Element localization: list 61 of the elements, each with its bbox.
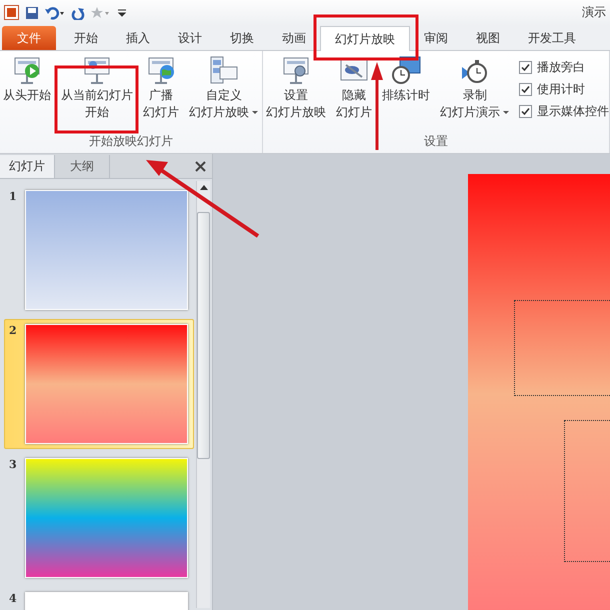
ribbon-button[interactable]: 录制 幻灯片演示 — [437, 55, 513, 121]
button-label: 排练计时 — [382, 87, 430, 104]
ribbon-tab[interactable]: 切换 — [216, 26, 268, 50]
button-label: 隐藏 — [342, 87, 366, 104]
save-icon[interactable] — [25, 6, 39, 20]
ribbon-tab[interactable]: 设计 — [164, 26, 216, 50]
redo-icon[interactable] — [71, 6, 85, 20]
checkbox[interactable] — [519, 105, 532, 118]
ribbon-button[interactable]: 从当前幻灯片 开始 — [58, 55, 136, 121]
window-title: 演示 — [582, 4, 606, 21]
button-label: 幻灯片演示 — [440, 104, 510, 121]
ribbon-tab[interactable]: 开始 — [60, 26, 112, 50]
group-label: 设置 — [423, 133, 449, 150]
button-label: 从当前幻灯片 — [61, 87, 133, 104]
ribbon-tab[interactable]: 幻灯片放映 — [320, 26, 410, 51]
button-label: 幻灯片放映 — [266, 104, 326, 121]
ribbon-button[interactable]: 隐藏 幻灯片 — [333, 55, 375, 121]
slide-number: 3 — [9, 458, 18, 473]
slide-number: 2 — [9, 324, 18, 339]
checkbox[interactable] — [519, 61, 532, 74]
ribbon-button[interactable]: 自定义 幻灯片放映 — [186, 55, 262, 121]
file-tab[interactable]: 文件 — [2, 26, 56, 50]
button-label: 广播 — [149, 87, 173, 104]
ribbon-tab[interactable]: 视图 — [462, 26, 514, 50]
scroll-up-icon[interactable] — [200, 184, 208, 190]
caret-icon — [251, 108, 259, 116]
ribbon-button[interactable]: 从头开始 — [0, 55, 54, 104]
checkbox-label: 显示媒体控件 — [537, 103, 609, 120]
caret-icon — [502, 108, 510, 116]
button-label: 幻灯片 — [143, 104, 179, 121]
ribbon-tab[interactable]: 开发工具 — [514, 26, 590, 50]
checkbox-label: 使用计时 — [537, 81, 585, 98]
button-label: 从头开始 — [3, 87, 51, 104]
checkbox[interactable] — [519, 83, 532, 96]
checkbox-label: 播放旁白 — [537, 59, 585, 76]
ribbon-tab[interactable]: 动画 — [268, 26, 320, 50]
slide-thumbnail-item[interactable]: 3 — [4, 453, 194, 583]
button-label: 录制 — [463, 87, 487, 104]
button-label: 自定义 — [206, 87, 242, 104]
button-label: 开始 — [85, 104, 109, 121]
star-icon[interactable] — [91, 6, 111, 20]
slide-thumbnail-item[interactable]: 1 — [4, 185, 194, 315]
ribbon-tab[interactable]: 审阅 — [410, 26, 462, 50]
ribbon-tab[interactable]: 插入 — [112, 26, 164, 50]
button-label: 幻灯片放映 — [189, 104, 259, 121]
slide-thumbnail-item[interactable]: 2 — [4, 319, 194, 449]
clock-screen-icon — [390, 55, 422, 87]
slide-thumbnail-item[interactable]: 4 — [4, 587, 194, 610]
slide-number: 1 — [9, 190, 18, 205]
ribbon-button[interactable]: 广播 幻灯片 — [140, 55, 182, 121]
button-label: 幻灯片 — [336, 104, 372, 121]
slide-number: 4 — [9, 592, 18, 607]
pane-tab[interactable]: 幻灯片 — [0, 155, 55, 178]
ribbon-button[interactable]: 排练计时 — [379, 55, 433, 104]
scrollbar[interactable] — [196, 181, 210, 608]
group-label: 开始放映幻灯片 — [88, 133, 174, 150]
button-label: 设置 — [284, 87, 308, 104]
ribbon-button[interactable]: 设置 幻灯片放映 — [263, 55, 329, 121]
undo-icon[interactable] — [45, 6, 65, 20]
close-icon[interactable] — [195, 161, 206, 172]
app-logo-icon[interactable] — [4, 5, 19, 20]
